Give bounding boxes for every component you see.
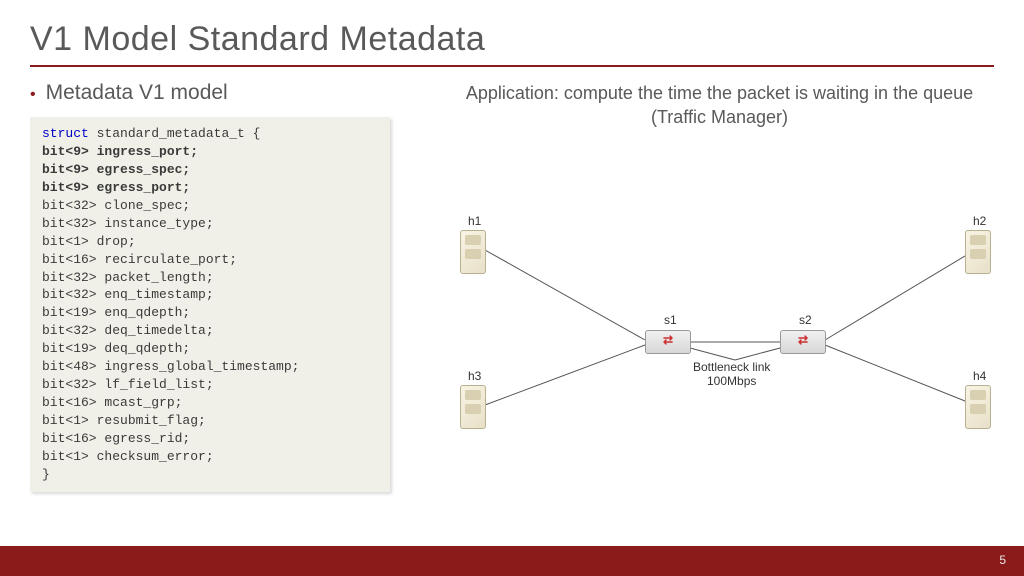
bullet-text: Metadata V1 model — [46, 81, 228, 105]
code-close: } — [42, 466, 378, 484]
slide-content: V1 Model Standard Metadata • Metadata V1… — [0, 0, 1024, 546]
code-line: bit<32> lf_field_list; — [42, 376, 378, 394]
bottleneck-line1: Bottleneck link — [693, 360, 770, 374]
bottleneck-line2: 100Mbps — [707, 374, 756, 388]
code-line: bit<32> enq_timestamp; — [42, 286, 378, 304]
code-line: bit<1> checksum_error; — [42, 448, 378, 466]
code-line: bit<16> egress_rid; — [42, 430, 378, 448]
slide-title: V1 Model Standard Metadata — [30, 20, 994, 67]
code-line: struct standard_metadata_t { — [42, 125, 378, 143]
bottleneck-label: Bottleneck link 100Mbps — [693, 360, 770, 389]
server-icon — [965, 385, 991, 429]
code-line: bit<1> drop; — [42, 233, 378, 251]
switch-label: s2 — [799, 313, 812, 327]
switch-label: s1 — [664, 313, 677, 327]
code-line: bit<9> egress_port; — [42, 179, 378, 197]
page-number: 5 — [999, 553, 1006, 567]
host-h3: h3 — [460, 385, 486, 429]
code-line: bit<9> ingress_port; — [42, 143, 378, 161]
right-column: Application: compute the time the packet… — [445, 81, 994, 492]
network-diagram: h1 h3 h2 h4 s1 s2 — [445, 210, 994, 440]
code-line: bit<19> deq_qdepth; — [42, 340, 378, 358]
host-label: h3 — [468, 369, 481, 383]
bullet-item: • Metadata V1 model — [30, 81, 425, 105]
code-block: struct standard_metadata_t { bit<9> ingr… — [30, 117, 390, 492]
switch-s1: s1 — [645, 330, 691, 354]
host-h2: h2 — [965, 230, 991, 274]
server-icon — [460, 385, 486, 429]
code-line: bit<32> clone_spec; — [42, 197, 378, 215]
left-column: • Metadata V1 model struct standard_meta… — [30, 81, 425, 492]
code-line: bit<32> deq_timedelta; — [42, 322, 378, 340]
application-text: Application: compute the time the packet… — [445, 81, 994, 130]
code-line: bit<32> instance_type; — [42, 215, 378, 233]
code-line: bit<48> ingress_global_timestamp; — [42, 358, 378, 376]
server-icon — [965, 230, 991, 274]
host-h1: h1 — [460, 230, 486, 274]
code-struct-name: standard_metadata_t { — [97, 126, 261, 141]
diagram-links — [445, 210, 994, 440]
host-label: h4 — [973, 369, 986, 383]
code-line: bit<1> resubmit_flag; — [42, 412, 378, 430]
bullet-dot-icon: • — [30, 87, 36, 103]
host-label: h1 — [468, 214, 481, 228]
host-label: h2 — [973, 214, 986, 228]
content-row: • Metadata V1 model struct standard_meta… — [30, 81, 994, 492]
code-line: bit<9> egress_spec; — [42, 161, 378, 179]
switch-s2: s2 — [780, 330, 826, 354]
code-keyword: struct — [42, 126, 89, 141]
code-line: bit<16> mcast_grp; — [42, 394, 378, 412]
host-h4: h4 — [965, 385, 991, 429]
footer-bar: 5 — [0, 546, 1024, 576]
code-line: bit<16> recirculate_port; — [42, 251, 378, 269]
code-line: bit<19> enq_qdepth; — [42, 304, 378, 322]
server-icon — [460, 230, 486, 274]
code-line: bit<32> packet_length; — [42, 269, 378, 287]
